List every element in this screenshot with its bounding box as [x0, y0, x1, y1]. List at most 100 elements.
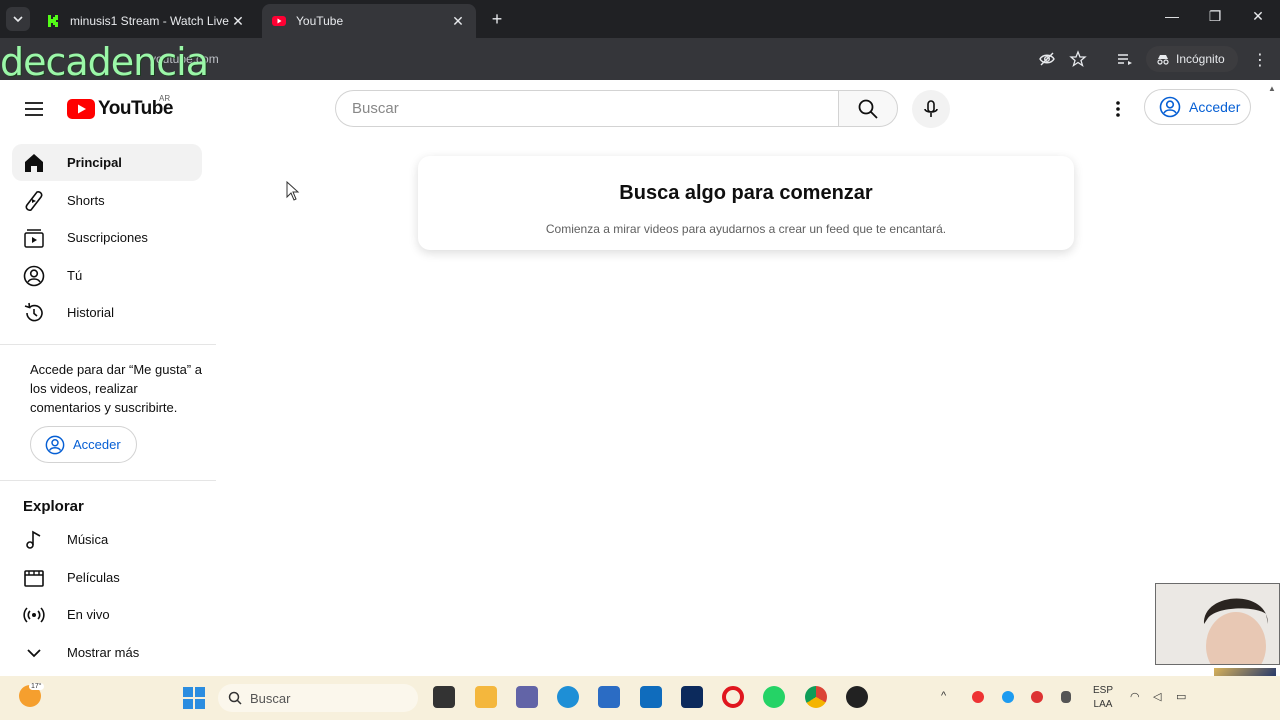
- store-icon[interactable]: [598, 686, 620, 708]
- close-tab-icon[interactable]: ✕: [450, 13, 466, 30]
- sidebar-divider: [0, 344, 216, 345]
- sidebar-item-peliculas[interactable]: Películas: [12, 559, 202, 596]
- menu-icon[interactable]: [22, 97, 46, 121]
- star-icon[interactable]: [1069, 50, 1087, 68]
- sidebar-item-musica[interactable]: Música: [12, 521, 202, 558]
- sign-in-prompt: Accede para dar “Me gusta” a los videos,…: [30, 362, 202, 415]
- sidebar-item-suscripciones[interactable]: Suscripciones: [12, 219, 202, 256]
- search-button[interactable]: [838, 90, 898, 127]
- music-icon: [26, 530, 41, 549]
- youtube-logo-icon: [67, 99, 95, 119]
- search-input[interactable]: Buscar: [335, 90, 838, 127]
- volume-icon[interactable]: ◁: [1153, 690, 1161, 703]
- browser-menu-icon[interactable]: ⋮: [1252, 50, 1268, 70]
- sidebar-item-label: En vivo: [67, 607, 110, 622]
- media-queue-icon[interactable]: [1116, 50, 1134, 68]
- kick-icon: [46, 14, 60, 28]
- sidebar-item-label: Música: [67, 532, 109, 547]
- mouse-cursor-icon: [286, 181, 300, 201]
- youtube-logo[interactable]: YouTube: [67, 98, 173, 120]
- restore-icon[interactable]: ❐: [1205, 8, 1225, 25]
- incognito-icon: [1157, 55, 1169, 65]
- sidebar-item-shorts[interactable]: Shorts: [12, 182, 202, 219]
- sidebar-item-tu[interactable]: Tú: [12, 257, 202, 294]
- sidebar-item-en-vivo[interactable]: En vivo: [12, 596, 202, 633]
- tray-app-icon[interactable]: [1031, 691, 1043, 703]
- chrome-icon[interactable]: [805, 686, 827, 708]
- incognito-label: Incógnito: [1176, 52, 1225, 66]
- tray-overflow-icon[interactable]: ^: [941, 690, 946, 702]
- sign-in-label: Acceder: [73, 437, 121, 452]
- search-icon: [858, 99, 878, 119]
- search-placeholder: Buscar: [352, 100, 399, 117]
- movies-icon: [24, 569, 44, 587]
- empty-feed-subtitle: Comienza a mirar videos para ayudarnos a…: [545, 222, 947, 236]
- you-icon: [23, 265, 45, 286]
- settings-more-icon[interactable]: [1106, 97, 1130, 121]
- sidebar-item-label: Tú: [67, 268, 83, 283]
- close-tab-icon[interactable]: ✕: [230, 13, 246, 30]
- sidebar-item-label: Shorts: [67, 193, 105, 208]
- microphone-icon: [924, 100, 938, 117]
- minimize-icon[interactable]: —: [1162, 8, 1182, 24]
- battery-icon[interactable]: ▭: [1176, 690, 1186, 703]
- sidebar-item-mostrar-mas[interactable]: Mostrar más: [12, 634, 202, 671]
- country-code: AR: [159, 94, 171, 103]
- opera-icon[interactable]: [722, 686, 744, 708]
- youtube-icon: [272, 16, 286, 26]
- webcam-overlay: [1155, 583, 1280, 665]
- disney-plus-icon[interactable]: [681, 686, 703, 708]
- sidebar-item-label: Suscripciones: [67, 230, 148, 245]
- task-view-icon[interactable]: [433, 686, 455, 708]
- shorts-icon: [25, 190, 43, 211]
- empty-feed-title: Busca algo para comenzar: [619, 182, 873, 204]
- chevron-down-icon: [27, 648, 41, 657]
- sidebar-item-label: Principal: [67, 155, 122, 170]
- screen: minusis1 Stream - Watch Live o ✕ YouTube…: [0, 0, 1280, 720]
- person-icon: [1156, 584, 1279, 664]
- scroll-up-arrow[interactable]: ▲: [1268, 84, 1276, 93]
- chevron-down-icon: [13, 16, 23, 23]
- sidebar-item-principal[interactable]: Principal: [12, 144, 202, 181]
- new-tab-icon[interactable]: +: [488, 9, 506, 30]
- tab-kick-stream[interactable]: minusis1 Stream - Watch Live o ✕: [36, 4, 256, 38]
- sign-in-button[interactable]: Acceder: [1144, 89, 1251, 125]
- taskbar-search[interactable]: Buscar: [218, 684, 418, 712]
- obs-icon[interactable]: [846, 686, 868, 708]
- voice-search-button[interactable]: [912, 90, 950, 128]
- language-code: ESP: [1093, 685, 1114, 696]
- tray-app-icon[interactable]: [1002, 691, 1014, 703]
- account-icon: [45, 435, 65, 454]
- outlook-icon[interactable]: [640, 686, 662, 708]
- edge-icon[interactable]: [557, 686, 579, 708]
- sidebar-item-label: Mostrar más: [67, 645, 140, 660]
- explore-heading: Explorar: [23, 498, 84, 515]
- close-window-icon[interactable]: ✕: [1248, 8, 1268, 25]
- subscriptions-icon: [24, 228, 44, 248]
- sidebar-sign-in-button[interactable]: Acceder: [30, 426, 137, 463]
- incognito-badge[interactable]: Incógnito: [1146, 46, 1238, 72]
- sidebar-divider: [0, 480, 216, 481]
- microphone-icon[interactable]: [1061, 691, 1071, 703]
- taskbar-search-placeholder: Buscar: [250, 690, 291, 706]
- tab-title: minusis1 Stream - Watch Live o: [70, 14, 230, 28]
- sidebar-item-historial[interactable]: Historial: [12, 294, 202, 331]
- youtube-header: YouTube AR Buscar Acceder: [0, 80, 1268, 136]
- wifi-icon[interactable]: ◠: [1130, 690, 1140, 703]
- weather-temperature: 17°: [29, 683, 44, 690]
- tab-search-button[interactable]: [6, 7, 30, 31]
- file-explorer-icon[interactable]: [475, 686, 497, 708]
- teams-icon[interactable]: [516, 686, 538, 708]
- sidebar-item-label: Películas: [67, 570, 120, 585]
- whatsapp-icon[interactable]: [763, 686, 785, 708]
- windows-start-icon[interactable]: [183, 687, 205, 709]
- sign-in-label: Acceder: [1189, 99, 1241, 115]
- tab-youtube[interactable]: YouTube ✕: [262, 4, 476, 38]
- account-icon: [1159, 96, 1181, 118]
- tray-app-icon[interactable]: [972, 691, 984, 703]
- eye-off-icon[interactable]: [1038, 50, 1056, 68]
- empty-feed-card: Busca algo para comenzar Comienza a mira…: [418, 156, 1074, 250]
- language-indicator[interactable]: ESP LAA: [1093, 684, 1113, 712]
- browser-tab-strip: minusis1 Stream - Watch Live o ✕ YouTube…: [0, 0, 1280, 38]
- history-icon: [24, 302, 43, 321]
